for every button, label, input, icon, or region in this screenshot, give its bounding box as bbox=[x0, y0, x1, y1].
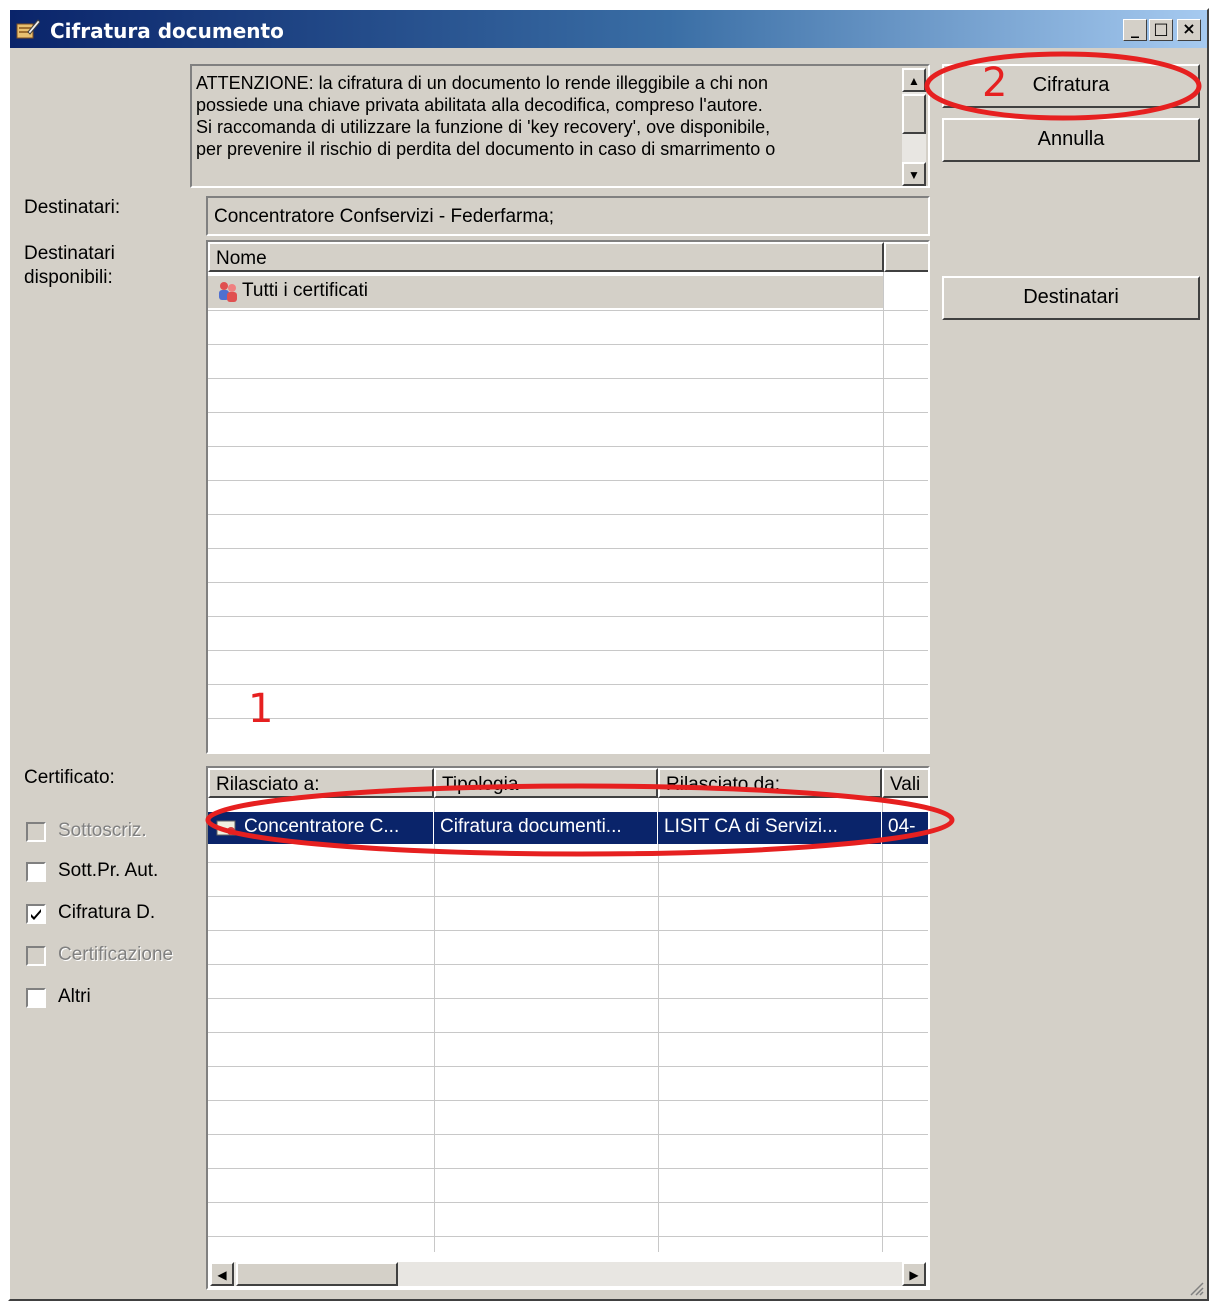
checkbox-altri[interactable] bbox=[26, 988, 46, 1008]
scroll-right-arrow-icon[interactable]: ▶ bbox=[902, 1262, 926, 1286]
annotation-step-1: 1 bbox=[248, 686, 274, 732]
warning-vertical-scrollbar[interactable]: ▲ ▼ bbox=[902, 68, 926, 186]
column-header-issued-to[interactable]: Rilasciato a: bbox=[208, 768, 434, 798]
scroll-left-arrow-icon[interactable]: ◀ bbox=[210, 1262, 234, 1286]
cell-issued-to: Concentratore C... bbox=[208, 812, 434, 844]
list-header: Nome bbox=[208, 242, 928, 272]
certificate-icon bbox=[216, 820, 236, 836]
cert-horizontal-scrollbar[interactable]: ◀ ▶ bbox=[210, 1262, 926, 1286]
cell-valid: 04- bbox=[888, 816, 916, 837]
checkbox-label-altri[interactable]: Altri bbox=[58, 986, 91, 1008]
warning-text: ATTENZIONE: la cifratura di un documento… bbox=[196, 73, 776, 159]
table-row[interactable]: Concentratore C... Cifratura documenti..… bbox=[208, 812, 928, 844]
recipients-label: Destinatari: bbox=[24, 197, 121, 218]
checkbox-label-sottoscriz: Sottoscriz. bbox=[58, 820, 147, 841]
cancel-button[interactable]: Annulla bbox=[942, 118, 1200, 162]
cell-type: Cifratura documenti... bbox=[434, 812, 658, 844]
certificate-label: Certificato: bbox=[24, 767, 115, 788]
checkbox-label-cifratura-d[interactable]: Cifratura D. bbox=[58, 902, 155, 924]
available-recipients-list[interactable]: Nome Tutti i certificati bbox=[206, 240, 930, 754]
certificate-list[interactable]: Rilasciato a: Tipologia Rilasciato da: V… bbox=[206, 766, 930, 1290]
window-title: Cifratura documento bbox=[50, 19, 284, 43]
list-item[interactable]: Tutti i certificati bbox=[208, 276, 883, 308]
close-button[interactable]: × bbox=[1177, 19, 1201, 41]
users-group-icon bbox=[219, 282, 237, 302]
column-header-empty[interactable] bbox=[884, 242, 928, 272]
document-pen-icon bbox=[16, 19, 40, 39]
available-recipients-label-line2: disponibili: bbox=[24, 267, 113, 288]
checkbox-label-certificazione: Certificazione bbox=[58, 944, 174, 965]
scroll-down-arrow-icon[interactable]: ▼ bbox=[902, 162, 926, 186]
available-recipients-label-line1: Destinatari bbox=[24, 243, 115, 264]
checkmark-icon bbox=[31, 909, 41, 920]
checkbox-certificazione bbox=[26, 946, 46, 966]
scroll-up-arrow-icon[interactable]: ▲ bbox=[902, 68, 926, 92]
checkbox-sottoscriz bbox=[26, 822, 46, 842]
checkbox-sott-pr-aut[interactable] bbox=[26, 862, 46, 882]
encrypt-document-dialog: Cifratura documento _ □ × ATTENZIONE: la… bbox=[8, 8, 1209, 1301]
column-header-name[interactable]: Nome bbox=[208, 242, 884, 272]
encrypt-button[interactable]: Cifratura bbox=[942, 64, 1200, 108]
annotation-step-2: 2 bbox=[982, 60, 1008, 106]
column-header-issued-by[interactable]: Rilasciato da: bbox=[658, 768, 882, 798]
checkbox-label-sott-pr-aut[interactable]: Sott.Pr. Aut. bbox=[58, 860, 158, 882]
column-header-valid[interactable]: Vali bbox=[882, 768, 928, 798]
recipients-field[interactable]: Concentratore Confservizi - Federfarma; bbox=[206, 196, 930, 236]
resize-grip-icon[interactable] bbox=[1187, 1279, 1205, 1297]
title-bar[interactable]: Cifratura documento _ □ × bbox=[10, 10, 1207, 48]
checkbox-cifratura-d[interactable] bbox=[26, 904, 46, 924]
cert-list-header: Rilasciato a: Tipologia Rilasciato da: V… bbox=[208, 768, 928, 798]
list-item-label: Tutti i certificati bbox=[242, 280, 368, 301]
warning-textbox[interactable]: ATTENZIONE: la cifratura di un documento… bbox=[190, 64, 930, 188]
maximize-button[interactable]: □ bbox=[1149, 19, 1173, 41]
minimize-button[interactable]: _ bbox=[1123, 19, 1147, 41]
hscroll-thumb[interactable] bbox=[236, 1262, 398, 1286]
column-header-type[interactable]: Tipologia bbox=[434, 768, 658, 798]
scroll-thumb[interactable] bbox=[902, 94, 926, 134]
cell-issued-by: LISIT CA di Servizi... bbox=[658, 812, 882, 844]
recipients-button[interactable]: Destinatari bbox=[942, 276, 1200, 320]
